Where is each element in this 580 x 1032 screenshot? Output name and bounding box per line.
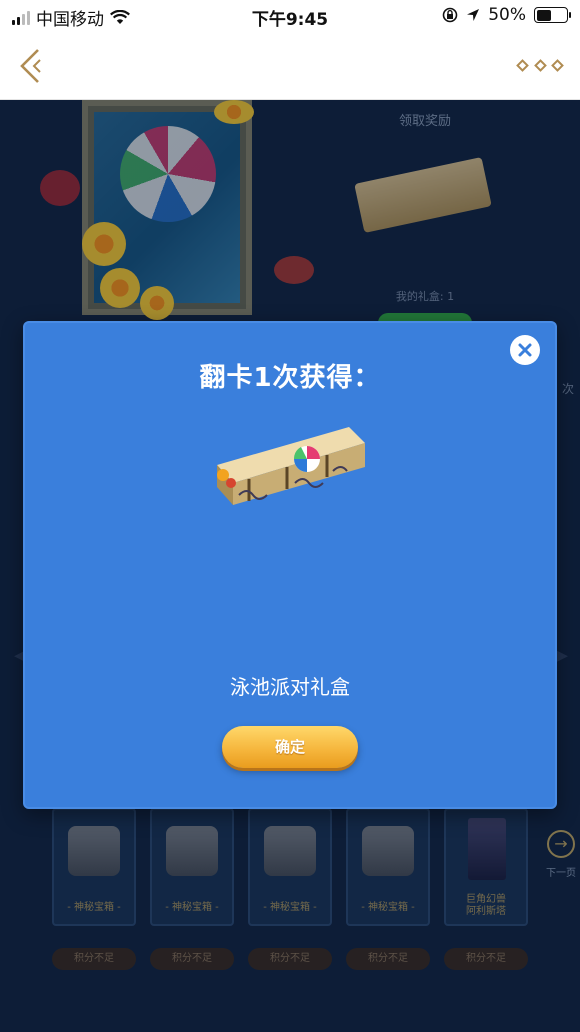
modal-title: 翻卡1次获得： (199, 363, 381, 393)
back-arrow-icon (20, 49, 41, 83)
battery-percent: 50% (488, 5, 526, 25)
nav-bar (0, 32, 580, 100)
more-dots-icon (533, 58, 547, 72)
status-bar: 中国移动 下午9:45 50% (0, 0, 580, 32)
reward-modal: 翻卡1次获得： 泳池派对礼盒 确定 (23, 321, 557, 809)
more-dots-icon (551, 58, 564, 72)
back-button[interactable] (16, 46, 44, 86)
item-name: 泳池派对礼盒 (230, 675, 350, 699)
close-icon (518, 343, 532, 357)
status-right: 50% (442, 5, 571, 25)
location-icon (467, 9, 480, 21)
close-button[interactable] (510, 335, 540, 365)
lock-rotation-icon (442, 7, 458, 23)
confirm-button[interactable]: 确定 (222, 726, 358, 768)
battery-icon (534, 7, 571, 23)
giftbox-image (217, 427, 365, 505)
more-button[interactable] (516, 54, 564, 76)
more-dots-icon (516, 58, 529, 72)
